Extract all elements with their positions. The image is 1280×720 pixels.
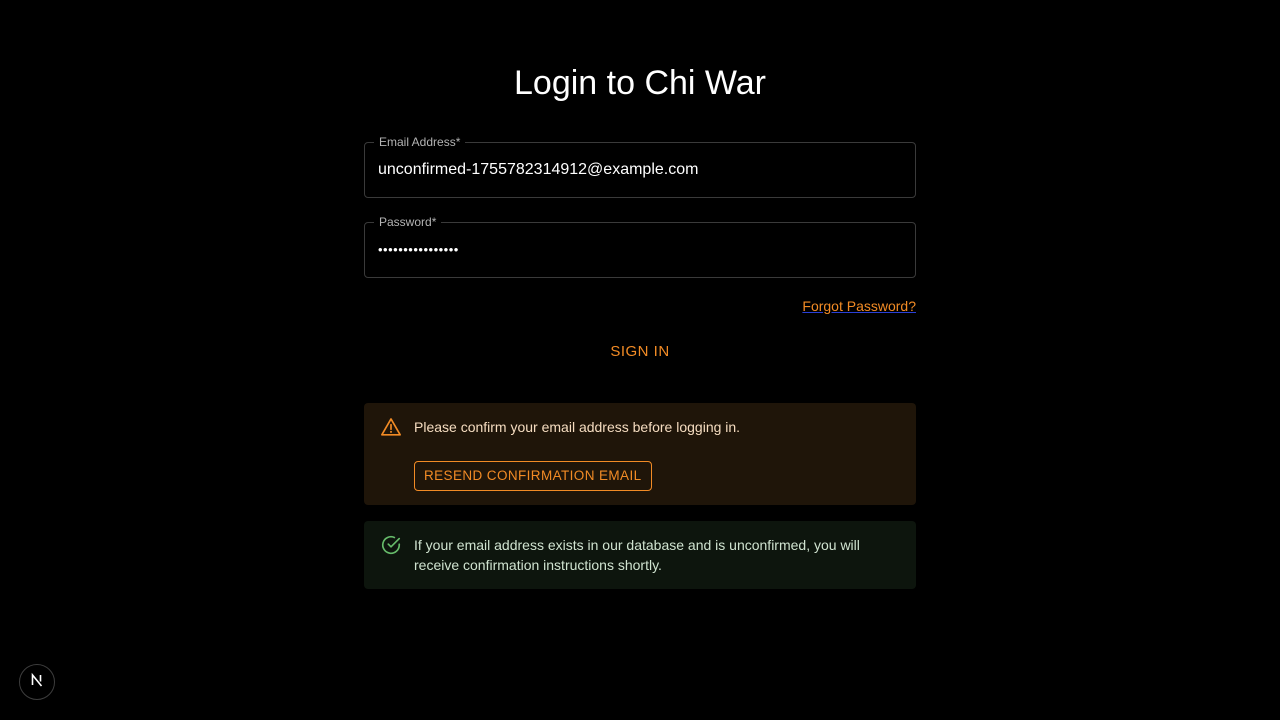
warning-message: Please confirm your email address before… — [414, 419, 741, 435]
page-title: Login to Chi War — [514, 64, 766, 102]
email-field[interactable]: Email Address* — [364, 134, 916, 198]
resend-confirmation-button[interactable]: RESEND CONFIRMATION EMAIL — [414, 461, 652, 491]
password-input[interactable]: •••••••••••••••• — [378, 223, 898, 277]
confirmation-sent-success-alert: If your email address exists in our data… — [364, 521, 916, 589]
email-input[interactable] — [378, 143, 898, 197]
login-page: Login to Chi War Email Address* Password… — [0, 0, 1280, 720]
nextjs-logo-icon — [29, 672, 45, 693]
forgot-password-link[interactable]: Forgot Password? — [802, 298, 916, 314]
nextjs-dev-badge[interactable] — [19, 664, 55, 700]
sign-in-button[interactable]: SIGN IN — [590, 336, 690, 368]
warning-triangle-icon — [380, 416, 402, 438]
check-circle-icon — [380, 534, 402, 556]
success-message: If your email address exists in our data… — [414, 537, 860, 573]
password-field[interactable]: Password* •••••••••••••••• — [364, 214, 916, 278]
confirm-email-warning-alert: Please confirm your email address before… — [364, 403, 916, 505]
